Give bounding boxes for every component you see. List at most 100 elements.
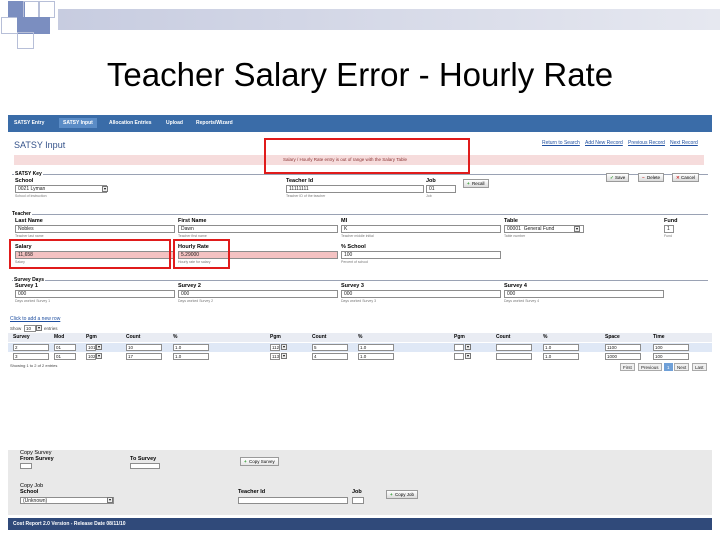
- cell-pgm[interactable]: 101: [86, 344, 96, 351]
- chevron-down-icon[interactable]: ▾: [465, 353, 471, 359]
- mi-hint: Teacher middle initial: [341, 234, 374, 238]
- grid-info: Showing 1 to 2 of 2 entries: [10, 363, 58, 368]
- cell-count2[interactable]: 5: [312, 344, 348, 351]
- save-button[interactable]: ✓Save: [606, 173, 630, 182]
- school-hint: School of instruction: [15, 194, 47, 198]
- next-record-link[interactable]: Next Record: [670, 140, 698, 146]
- col-count2[interactable]: Count: [312, 334, 326, 340]
- teacher-id-input[interactable]: 11111111: [286, 185, 424, 193]
- cell-pgm2[interactable]: 113: [270, 353, 280, 360]
- pager-previous[interactable]: Previous: [638, 363, 662, 371]
- chevron-down-icon[interactable]: ▾: [96, 353, 102, 359]
- cell-count2[interactable]: 4: [312, 353, 348, 360]
- col-mod[interactable]: Mod: [54, 334, 64, 340]
- table-row[interactable]: 3 01 102 ▾ 17 1.0 113 ▾ 4 1.0 ▾ 1.0 1000…: [8, 352, 712, 361]
- school-select[interactable]: 0021 Lyman: [15, 185, 107, 193]
- cell-survey[interactable]: 2: [13, 344, 49, 351]
- col-time[interactable]: Time: [653, 334, 665, 340]
- survey2-input[interactable]: 000: [178, 290, 338, 298]
- cell-space[interactable]: 1000: [605, 353, 641, 360]
- col-survey[interactable]: Survey: [13, 334, 30, 340]
- table-select[interactable]: 00001 General Fund: [504, 225, 584, 233]
- cancel-button[interactable]: ✕Cancel: [672, 173, 700, 182]
- pager-next[interactable]: Next: [674, 363, 690, 371]
- cell-percent3[interactable]: 1.0: [543, 353, 579, 360]
- col-pgm[interactable]: Pgm: [86, 334, 97, 340]
- chevron-down-icon[interactable]: ▾: [36, 325, 42, 331]
- chevron-down-icon[interactable]: ▾: [465, 344, 471, 350]
- recall-button[interactable]: + Recall: [463, 179, 489, 188]
- chevron-down-icon[interactable]: ▾: [281, 344, 287, 350]
- cell-pgm2[interactable]: 112: [270, 344, 280, 351]
- cell-mod[interactable]: 01: [54, 353, 76, 360]
- add-new-record-link[interactable]: Add New Record: [585, 140, 623, 146]
- cell-pgm3[interactable]: [454, 344, 464, 351]
- mi-label: MI: [341, 218, 348, 224]
- first-name-input[interactable]: Dawn: [178, 225, 338, 233]
- cell-percent2[interactable]: 1.0: [358, 353, 394, 360]
- table-hint: Table number: [504, 234, 526, 238]
- col-percent[interactable]: %: [173, 334, 177, 340]
- delete-button[interactable]: − Delete: [638, 173, 665, 182]
- cell-percent3[interactable]: 1.0: [543, 344, 579, 351]
- to-survey-input[interactable]: [130, 463, 160, 469]
- fund-input[interactable]: 1: [664, 225, 674, 233]
- table-row[interactable]: 2 01 101 ▾ 10 1.0 112 ▾ 5 1.0 ▾ 1.0 1100…: [8, 343, 712, 352]
- nav-item-allocation[interactable]: Allocation Entries: [109, 120, 152, 126]
- pager-first[interactable]: First: [620, 363, 635, 371]
- cell-percent[interactable]: 1.0: [173, 344, 209, 351]
- col-pgm2[interactable]: Pgm: [270, 334, 281, 340]
- chevron-down-icon[interactable]: ▾: [107, 497, 113, 503]
- slide-decoration-square: [1, 17, 18, 34]
- pager-page-1[interactable]: 1: [664, 363, 673, 371]
- percent-school-hint: Percent of school: [341, 260, 369, 264]
- nav-item-reports[interactable]: Reports/Wizard: [196, 120, 233, 126]
- copy-job-school-select[interactable]: (Unknown): [20, 497, 114, 504]
- teacher-id-label: Teacher Id: [286, 178, 314, 184]
- save-button-label: Save: [615, 175, 626, 180]
- col-pgm3[interactable]: Pgm: [454, 334, 465, 340]
- cell-space[interactable]: 1100: [605, 344, 641, 351]
- chevron-down-icon[interactable]: ▾: [281, 353, 287, 359]
- col-count3[interactable]: Count: [496, 334, 510, 340]
- mi-input[interactable]: K: [341, 225, 501, 233]
- survey1-input[interactable]: 000: [15, 290, 175, 298]
- cell-count3[interactable]: [496, 353, 532, 360]
- nav-item-upload[interactable]: Upload: [166, 120, 183, 126]
- chevron-down-icon[interactable]: ▾: [574, 226, 580, 232]
- cell-pgm3[interactable]: [454, 353, 464, 360]
- return-to-search-link[interactable]: Return to Search: [542, 140, 580, 146]
- col-percent2[interactable]: %: [358, 334, 362, 340]
- nav-item-satsy-entry[interactable]: SATSY Entry: [14, 120, 44, 126]
- cell-count[interactable]: 17: [126, 353, 162, 360]
- survey4-input[interactable]: 000: [504, 290, 664, 298]
- cell-count[interactable]: 10: [126, 344, 162, 351]
- cell-percent2[interactable]: 1.0: [358, 344, 394, 351]
- cell-time[interactable]: 100: [653, 353, 689, 360]
- cell-count3[interactable]: [496, 344, 532, 351]
- cell-mod[interactable]: 01: [54, 344, 76, 351]
- percent-school-input[interactable]: 100: [341, 251, 501, 259]
- copy-job-teacher-input[interactable]: [238, 497, 348, 504]
- last-name-input[interactable]: Nobles: [15, 225, 175, 233]
- chevron-down-icon[interactable]: ▾: [102, 186, 108, 192]
- copy-job-button[interactable]: + Copy Job: [386, 490, 419, 499]
- cell-time[interactable]: 100: [653, 344, 689, 351]
- copy-survey-button[interactable]: + Copy Survey: [240, 457, 279, 466]
- survey3-input[interactable]: 000: [341, 290, 501, 298]
- add-row-link[interactable]: Click to add a new row: [10, 316, 60, 322]
- job-input[interactable]: 01: [426, 185, 456, 193]
- cell-percent[interactable]: 1.0: [173, 353, 209, 360]
- col-percent3[interactable]: %: [543, 334, 547, 340]
- col-count[interactable]: Count: [126, 334, 140, 340]
- page-size-select[interactable]: 10: [24, 325, 36, 332]
- cell-survey[interactable]: 3: [13, 353, 49, 360]
- nav-item-satsy-input[interactable]: SATSY Input: [59, 118, 97, 128]
- copy-job-job-input[interactable]: [352, 497, 364, 504]
- previous-record-link[interactable]: Previous Record: [628, 140, 665, 146]
- pager-last[interactable]: Last: [692, 363, 707, 371]
- from-survey-input[interactable]: [20, 463, 32, 469]
- cell-pgm[interactable]: 102: [86, 353, 96, 360]
- col-space[interactable]: Space: [605, 334, 620, 340]
- chevron-down-icon[interactable]: ▾: [96, 344, 102, 350]
